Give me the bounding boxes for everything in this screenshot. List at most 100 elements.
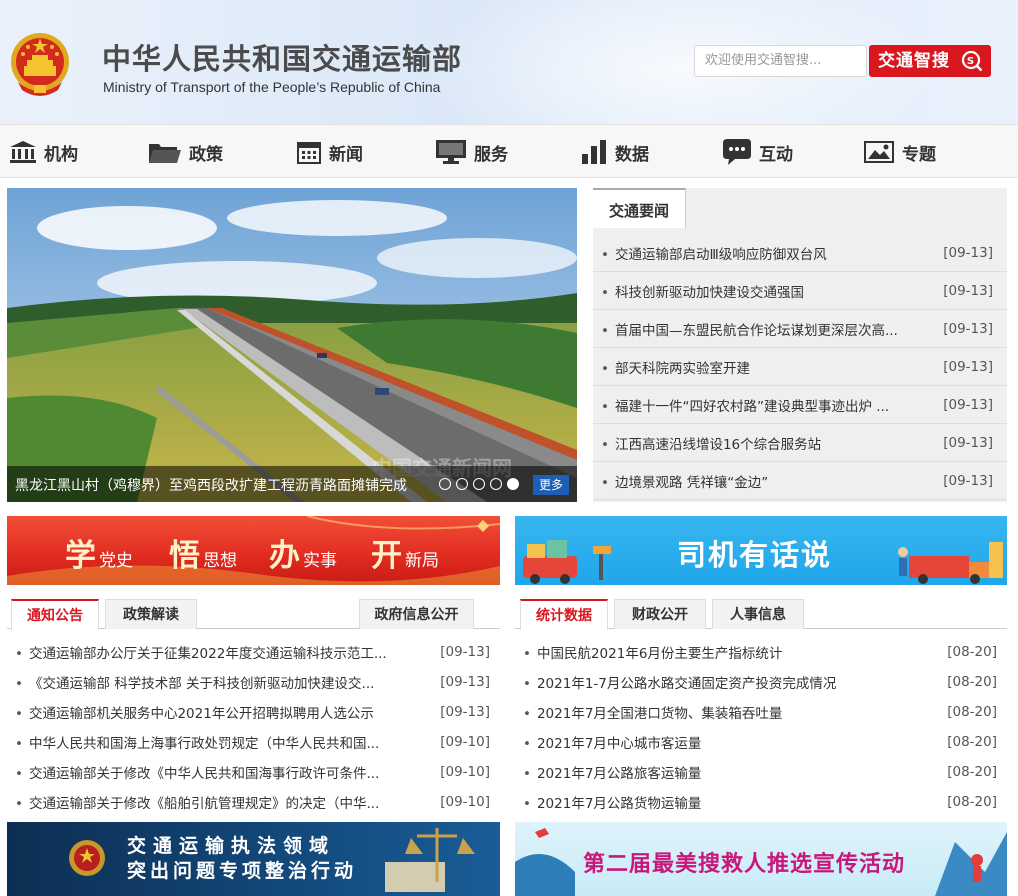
search-button[interactable]: 交通智搜 S bbox=[869, 45, 991, 77]
slogan-act: 办实事 bbox=[269, 538, 337, 574]
tab-notices[interactable]: 通知公告 bbox=[11, 599, 99, 630]
banner-caption[interactable]: 黑龙江黑山村（鸡穆界）至鸡西段改扩建工程沥青路面摊铺完成 bbox=[15, 475, 407, 495]
item-title[interactable]: 2021年1-7月公路水路交通固定资产投资完成情况 bbox=[523, 672, 836, 692]
banner-more-button[interactable]: 更多 bbox=[533, 475, 569, 495]
item-title[interactable]: 交通运输部关于修改《中华人民共和国海事行政许可条件... bbox=[15, 762, 379, 782]
search-icon: S bbox=[961, 50, 983, 72]
site-title-english[interactable]: Ministry of Transport of the People’s Re… bbox=[103, 79, 440, 95]
carousel-dot[interactable] bbox=[490, 478, 502, 490]
notice-panel: 通知公告 政策解读 政府信息公开 交通运输部办公厅关于征集2022年度交通运输科… bbox=[7, 595, 500, 815]
nav-item-service[interactable]: 服务 bbox=[436, 125, 508, 179]
tab-finance-disclosure[interactable]: 财政公开 bbox=[614, 599, 706, 629]
nav-item-org[interactable]: 机构 bbox=[10, 125, 78, 179]
folder-icon bbox=[149, 144, 181, 163]
calendar-icon bbox=[297, 142, 321, 164]
news-item[interactable]: 江西高速沿线增设16个综合服务站 [09-13] bbox=[593, 424, 1007, 462]
carousel-dot-active[interactable] bbox=[507, 478, 519, 490]
headline-carousel[interactable]: 中国交通新闻网 黑龙江黑山村（鸡穆界）至鸡西段改扩建工程沥青路面摊铺完成 更多 bbox=[7, 188, 577, 502]
picture-icon bbox=[864, 141, 894, 163]
nav-item-interaction[interactable]: 互动 bbox=[723, 125, 793, 179]
item-date: [08-20] bbox=[947, 644, 997, 660]
item-title[interactable]: 《交通运输部 科学技术部 关于科技创新驱动加快建设交... bbox=[15, 672, 374, 692]
nav-item-news[interactable]: 新闻 bbox=[297, 125, 363, 179]
nav-item-data[interactable]: 数据 bbox=[581, 125, 649, 179]
national-emblem-icon[interactable] bbox=[8, 30, 72, 98]
news-date: [09-13] bbox=[943, 282, 993, 299]
carousel-dot[interactable] bbox=[439, 478, 451, 490]
news-title[interactable]: 首届中国—东盟民航合作论坛谋划更深层次高... bbox=[601, 319, 898, 339]
item-title[interactable]: 交通运输部办公厅关于征集2022年度交通运输科技示范工... bbox=[15, 642, 387, 662]
nav-label: 专题 bbox=[902, 144, 936, 165]
slogan-understand: 悟思想 bbox=[169, 538, 237, 574]
item-title[interactable]: 交通运输部机关服务中心2021年公开招聘拟聘用人选公示 bbox=[15, 702, 374, 722]
news-item[interactable]: 福建十一件“四好农村路”建设典型事迹出炉 ... [09-13] bbox=[593, 386, 1007, 424]
nav-label: 互动 bbox=[759, 144, 793, 165]
search-button-label: 交通智搜 bbox=[878, 51, 950, 71]
news-title[interactable]: 交通运输部启动Ⅲ级响应防御双台风 bbox=[601, 243, 827, 263]
item-date: [08-20] bbox=[947, 764, 997, 780]
item-title[interactable]: 2021年7月公路货物运输量 bbox=[523, 792, 701, 812]
tab-transport-news[interactable]: 交通要闻 bbox=[593, 188, 686, 228]
site-title-chinese[interactable]: 中华人民共和国交通运输部 bbox=[102, 36, 462, 78]
svg-text:S: S bbox=[967, 56, 975, 67]
carousel-dot[interactable] bbox=[456, 478, 468, 490]
banner-line-2: 突出问题专项整治行动 bbox=[127, 860, 358, 882]
search-input[interactable]: 欢迎使用交通智搜... bbox=[694, 45, 867, 77]
nav-label: 政策 bbox=[189, 144, 223, 165]
news-item[interactable]: 交通运输部启动Ⅲ级响应防御双台风 [09-13] bbox=[593, 234, 1007, 272]
law-enforcement-banner[interactable]: 交通运输执法领域 突出问题专项整治行动 bbox=[7, 822, 500, 896]
party-history-banner[interactable]: 学党史 悟思想 办实事 开新局 bbox=[7, 516, 500, 585]
nav-label: 服务 bbox=[474, 144, 508, 165]
tab-statistics[interactable]: 统计数据 bbox=[520, 599, 608, 630]
item-title[interactable]: 中华人民共和国海上海事行政处罚规定（中华人民共和国... bbox=[15, 732, 379, 752]
list-item[interactable]: 2021年1-7月公路水路交通固定资产投资完成情况 [08-20] bbox=[515, 667, 1007, 697]
banner-caption-bar: 黑龙江黑山村（鸡穆界）至鸡西段改扩建工程沥青路面摊铺完成 更多 bbox=[7, 466, 577, 502]
news-title[interactable]: 科技创新驱动加快建设交通强国 bbox=[601, 281, 804, 301]
news-item[interactable]: 首届中国—东盟民航合作论坛谋划更深层次高... [09-13] bbox=[593, 310, 1007, 348]
list-item[interactable]: 交通运输部办公厅关于征集2022年度交通运输科技示范工... [09-13] bbox=[7, 637, 500, 667]
news-item[interactable]: 部天科院两实验室开建 [09-13] bbox=[593, 348, 1007, 386]
list-item[interactable]: 交通运输部关于修改《船舶引航管理规定》的决定（中华... [09-10] bbox=[7, 787, 500, 817]
item-title[interactable]: 2021年7月公路旅客运输量 bbox=[523, 762, 701, 782]
statistics-tabbar: 统计数据 财政公开 人事信息 bbox=[515, 595, 1007, 630]
news-date: [09-13] bbox=[943, 320, 993, 337]
item-date: [08-20] bbox=[947, 794, 997, 810]
tab-gov-info-disclosure[interactable]: 政府信息公开 bbox=[359, 599, 474, 629]
news-title[interactable]: 江西高速沿线增设16个综合服务站 bbox=[601, 433, 821, 453]
news-item[interactable]: 科技创新驱动加快建设交通强国 [09-13] bbox=[593, 272, 1007, 310]
list-item[interactable]: 2021年7月公路货物运输量 [08-20] bbox=[515, 787, 1007, 817]
news-date: [09-13] bbox=[943, 396, 993, 413]
list-item[interactable]: 中华人民共和国海上海事行政处罚规定（中华人民共和国... [09-10] bbox=[7, 727, 500, 757]
list-item[interactable]: 中国民航2021年6月份主要生产指标统计 [08-20] bbox=[515, 637, 1007, 667]
item-title[interactable]: 交通运输部关于修改《船舶引航管理规定》的决定（中华... bbox=[15, 792, 379, 812]
nav-item-policy[interactable]: 政策 bbox=[149, 125, 223, 179]
carousel-dot[interactable] bbox=[473, 478, 485, 490]
list-item[interactable]: 交通运输部机关服务中心2021年公开招聘拟聘用人选公示 [09-13] bbox=[7, 697, 500, 727]
item-date: [09-13] bbox=[440, 674, 490, 690]
item-title[interactable]: 2021年7月中心城市客运量 bbox=[523, 732, 701, 752]
main-navigation: 机构 政策 新闻 服务 数据 互动 专题 bbox=[0, 124, 1018, 178]
news-title[interactable]: 福建十一件“四好农村路”建设典型事迹出炉 ... bbox=[601, 395, 889, 415]
slogan-start: 开新局 bbox=[371, 538, 439, 574]
news-date: [09-13] bbox=[943, 472, 993, 489]
nav-item-topics[interactable]: 专题 bbox=[864, 125, 936, 179]
item-title[interactable]: 2021年7月全国港口货物、集装箱吞吐量 bbox=[523, 702, 782, 722]
list-item[interactable]: 2021年7月全国港口货物、集装箱吞吐量 [08-20] bbox=[515, 697, 1007, 727]
carousel-indicators bbox=[439, 478, 519, 490]
statistics-panel: 统计数据 财政公开 人事信息 中国民航2021年6月份主要生产指标统计 [08-2… bbox=[515, 595, 1007, 815]
search-rescue-banner[interactable]: 第二届最美搜救人推选宣传活动 bbox=[515, 822, 1007, 896]
tab-personnel-info[interactable]: 人事信息 bbox=[712, 599, 804, 629]
list-item[interactable]: 交通运输部关于修改《中华人民共和国海事行政许可条件... [09-10] bbox=[7, 757, 500, 787]
news-title[interactable]: 边境景观路 凭祥镶“金边” bbox=[601, 471, 768, 491]
list-item[interactable]: 2021年7月公路旅客运输量 [08-20] bbox=[515, 757, 1007, 787]
list-item[interactable]: 2021年7月中心城市客运量 [08-20] bbox=[515, 727, 1007, 757]
tab-policy-interpretation[interactable]: 政策解读 bbox=[105, 599, 197, 629]
item-date: [08-20] bbox=[947, 734, 997, 750]
item-date: [08-20] bbox=[947, 674, 997, 690]
list-item[interactable]: 《交通运输部 科学技术部 关于科技创新驱动加快建设交... [09-13] bbox=[7, 667, 500, 697]
driver-voice-banner[interactable]: 司机有话说 bbox=[515, 516, 1007, 585]
news-item[interactable]: 边境景观路 凭祥镶“金边” [09-13] bbox=[593, 462, 1007, 500]
item-date: [09-13] bbox=[440, 644, 490, 660]
item-title[interactable]: 中国民航2021年6月份主要生产指标统计 bbox=[523, 642, 782, 662]
news-title[interactable]: 部天科院两实验室开建 bbox=[601, 357, 750, 377]
